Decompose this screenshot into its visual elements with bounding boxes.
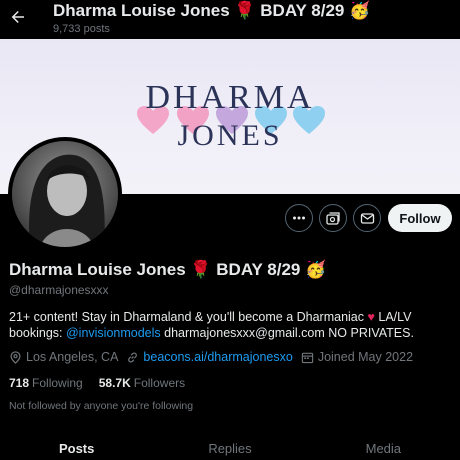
joined-text: Joined May 2022 — [317, 350, 414, 364]
red-heart-icon: ♥ — [367, 310, 375, 324]
profile-meta: Los Angeles, CA beacons.ai/dharmajonesxo… — [9, 350, 421, 364]
tab-replies[interactable]: Replies — [153, 430, 306, 460]
bio-mention-link[interactable]: @invisionmodels — [66, 326, 161, 340]
not-followed-note: Not followed by anyone you're following — [9, 400, 194, 412]
subscribe-icon — [325, 211, 340, 225]
more-button[interactable] — [285, 204, 313, 232]
followers-stat[interactable]: 58.7K Followers — [99, 376, 185, 390]
following-count: 718 — [9, 376, 30, 390]
header-title: Dharma Louise Jones 🌹 BDAY 8/29 🥳 — [53, 1, 371, 20]
tab-media[interactable]: Media — [307, 430, 460, 460]
handle: @dharmajonesxxx — [9, 283, 109, 297]
top-bar: Dharma Louise Jones 🌹 BDAY 8/29 🥳 9,733 … — [0, 0, 460, 39]
location-item: Los Angeles, CA — [9, 350, 118, 364]
bio-text: 21+ content! Stay in Dharmaland & you'll… — [9, 310, 368, 324]
location-text: Los Angeles, CA — [26, 350, 119, 364]
posts-count: 9,733 posts — [53, 23, 110, 35]
back-arrow-icon[interactable] — [8, 7, 28, 27]
followers-count: 58.7K — [98, 376, 131, 390]
follow-button[interactable]: Follow — [388, 204, 452, 232]
website-item[interactable]: beacons.ai/dharmajonesxo — [126, 350, 293, 364]
message-icon — [360, 212, 374, 224]
following-stat[interactable]: 718 Following — [9, 376, 83, 390]
calendar-icon — [301, 352, 313, 363]
link-icon — [128, 352, 138, 362]
banner-name-line1: DHARMA — [145, 79, 315, 116]
followers-label: Followers — [133, 376, 186, 390]
following-label: Following — [32, 376, 83, 390]
website-link[interactable]: beacons.ai/dharmajonesxo — [143, 350, 292, 364]
profile-tabs: Posts Replies Media — [0, 430, 460, 460]
message-button[interactable] — [353, 204, 381, 232]
bio-text: dharmajonesxxx@gmail.com NO PRIVATES. — [160, 326, 414, 340]
subscribe-button[interactable] — [319, 204, 347, 232]
tab-posts[interactable]: Posts — [0, 430, 153, 460]
joined-item: Joined May 2022 — [301, 350, 413, 364]
display-name: Dharma Louise Jones 🌹 BDAY 8/29 🥳 — [9, 260, 327, 279]
more-icon — [293, 216, 305, 220]
avatar[interactable] — [8, 137, 122, 251]
location-pin-icon — [10, 350, 21, 364]
bio: 21+ content! Stay in Dharmaland & you'll… — [9, 309, 453, 341]
follow-stats: 718 Following 58.7K Followers — [9, 376, 201, 390]
